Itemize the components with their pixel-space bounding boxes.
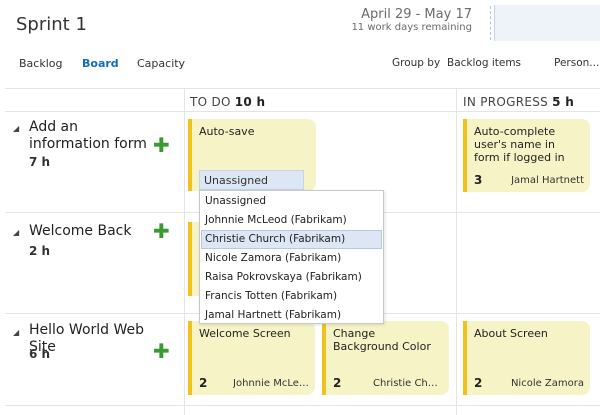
card-title: About Screen: [474, 327, 548, 340]
dropdown-option[interactable]: Johnnie McLeod (Fabrikam): [201, 211, 382, 230]
task-card-change-background[interactable]: Change Background Color 2 Christie Churc…: [322, 321, 449, 395]
card-title: Change Background Color: [333, 327, 431, 353]
sprint-date-range: April 29 - May 17: [361, 7, 472, 22]
plus-icon[interactable]: ✚: [153, 135, 170, 155]
plus-icon[interactable]: ✚: [153, 341, 170, 361]
person-filter[interactable]: Person...: [554, 57, 599, 69]
row-title[interactable]: Add an information form: [29, 119, 157, 153]
group-by-select[interactable]: Backlog items: [447, 57, 521, 69]
expand-triangle-icon[interactable]: ◢: [13, 328, 19, 337]
dropdown-option-highlighted[interactable]: Christie Church (Fabrikam): [201, 230, 382, 249]
expand-triangle-icon[interactable]: ◢: [13, 228, 19, 237]
column-hours: 10 h: [234, 95, 266, 109]
assigned-to-field[interactable]: Unassigned: [199, 170, 304, 190]
column-name: TO DO: [190, 95, 231, 109]
plus-icon[interactable]: ✚: [153, 221, 170, 241]
card-owner[interactable]: Johnnie McLeod: [233, 378, 309, 389]
dropdown-option[interactable]: Jamal Hartnett (Fabrikam): [201, 306, 382, 325]
task-card-about-screen[interactable]: About Screen 2 Nicole Zamora: [463, 321, 590, 395]
card-estimate: 2: [333, 376, 342, 390]
column-header-todo: TO DO 10 h: [190, 95, 265, 109]
divider: [5, 88, 600, 89]
task-card-welcome-screen[interactable]: Welcome Screen 2 Johnnie McLeod: [188, 321, 315, 395]
row-hours: 2 h: [29, 244, 51, 258]
dropdown-option[interactable]: Francis Totten (Fabrikam): [201, 287, 382, 306]
dropdown-option[interactable]: Unassigned: [201, 192, 382, 211]
row-hours: 7 h: [29, 155, 51, 169]
divider: [490, 6, 491, 40]
column-name: IN PROGRESS: [463, 95, 549, 109]
work-days-remaining: 11 work days remaining: [351, 22, 472, 33]
divider: [5, 405, 600, 406]
expand-triangle-icon[interactable]: ◢: [13, 124, 19, 133]
column-divider: [456, 88, 457, 415]
tab-backlog[interactable]: Backlog: [19, 57, 62, 70]
card-estimate: 2: [474, 376, 483, 390]
card-estimate: 3: [474, 173, 483, 187]
tab-board[interactable]: Board: [82, 57, 119, 70]
column-hours: 5 h: [552, 95, 575, 109]
card-owner[interactable]: Nicole Zamora: [511, 378, 584, 389]
column-divider: [184, 88, 185, 415]
tab-capacity[interactable]: Capacity: [137, 57, 185, 70]
card-owner[interactable]: Jamal Hartnett: [511, 175, 584, 186]
row-title[interactable]: Welcome Back: [29, 223, 157, 240]
task-card-auto-complete[interactable]: Auto-complete user's name in form if log…: [463, 119, 590, 192]
card-estimate: 2: [199, 376, 208, 390]
card-owner[interactable]: Christie Church: [373, 378, 443, 389]
burndown-thumbnail[interactable]: [494, 5, 600, 41]
row-hours: 6 h: [29, 347, 51, 361]
card-title: Auto-save: [199, 125, 255, 138]
card-title: Auto-complete user's name in form if log…: [474, 125, 565, 164]
dropdown-option[interactable]: Raisa Pokrovskaya (Fabrikam): [201, 268, 382, 287]
group-by-label: Group by: [392, 57, 441, 69]
assignee-dropdown: Unassigned Johnnie McLeod (Fabrikam) Chr…: [199, 190, 384, 324]
column-header-in-progress: IN PROGRESS 5 h: [463, 95, 574, 109]
divider: [5, 111, 600, 112]
card-title: Welcome Screen: [199, 327, 291, 340]
dropdown-option[interactable]: Nicole Zamora (Fabrikam): [201, 249, 382, 268]
page-title: Sprint 1: [16, 14, 87, 35]
